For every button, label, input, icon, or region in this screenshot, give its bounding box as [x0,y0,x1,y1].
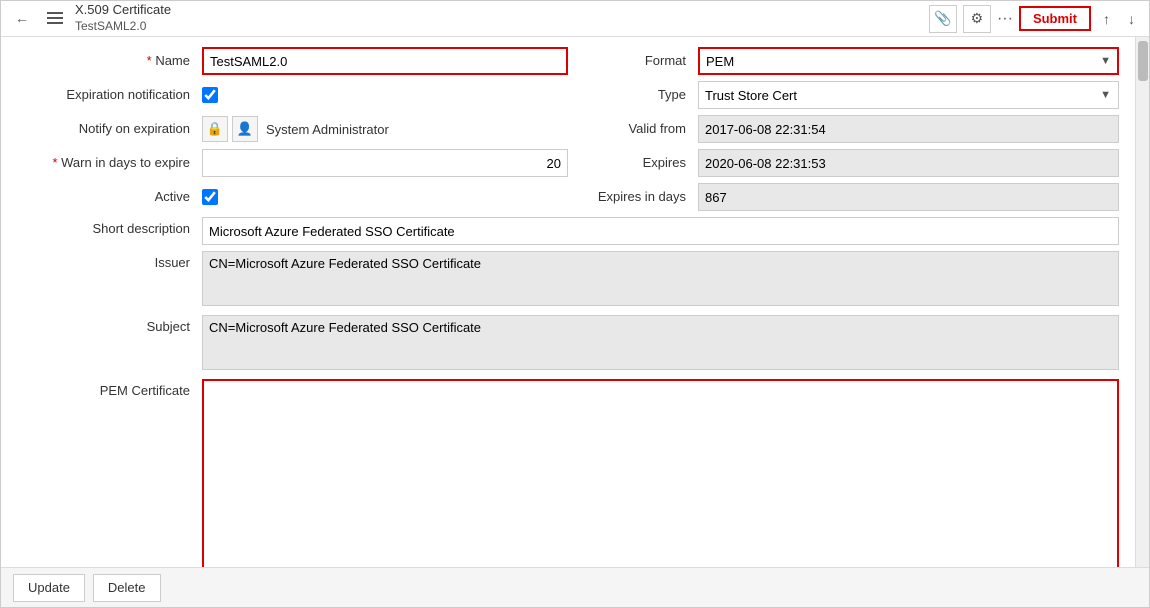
type-dropdown-wrap: Trust Store Cert CA Cert Client Cert ▼ [698,81,1119,109]
row-warn-expires: * Warn in days to expire Expires [17,149,1119,177]
expiration-checkbox-wrap [202,81,218,109]
delete-button[interactable]: Delete [93,574,161,602]
type-label: Type [568,81,698,109]
row-subject: Subject CN=Microsoft Azure Federated SSO… [17,315,1119,373]
col-active: Active [17,183,568,211]
footer: Update Delete [1,567,1149,607]
notify-person-button[interactable]: 👤 [232,116,258,142]
warn-days-input[interactable] [202,149,568,177]
name-input[interactable] [202,47,568,75]
down-button[interactable]: ↓ [1122,7,1141,31]
expires-in-days-wrap [698,183,1119,211]
warn-label: * Warn in days to expire [17,149,202,177]
update-button[interactable]: Update [13,574,85,602]
pem-certificate-label: PEM Certificate [17,379,202,398]
hamburger-menu[interactable] [43,8,67,28]
col-format: Format PEM DER ▼ [568,47,1119,75]
col-expiration: Expiration notification [17,81,568,109]
expires-wrap [698,149,1119,177]
pem-certificate-wrap [202,379,1119,567]
row-short-description: Short description [17,217,1119,245]
body-area: * Name Format PEM DER ▼ [1,37,1149,567]
expires-label: Expires [568,149,698,177]
expires-in-days-label: Expires in days [568,183,698,211]
format-label: Format [568,47,698,75]
more-options-button[interactable]: ··· [997,10,1013,28]
subject-textarea: CN=Microsoft Azure Federated SSO Certifi… [202,315,1119,370]
row-expiration-type: Expiration notification Type Trust Store… [17,81,1119,109]
name-field-wrap [202,47,568,75]
valid-from-label: Valid from [568,115,698,143]
submit-button[interactable]: Submit [1019,6,1091,31]
row-notify-validfrom: Notify on expiration 🔒 👤 System Administ… [17,115,1119,143]
row-name-format: * Name Format PEM DER ▼ [17,47,1119,75]
type-select-wrap: Trust Store Cert CA Cert Client Cert ▼ [698,81,1119,109]
active-checkbox[interactable] [202,189,218,205]
col-type: Type Trust Store Cert CA Cert Client Cer… [568,81,1119,109]
header-left: ← X.509 Certificate TestSAML2.0 [9,2,171,34]
notify-label: Notify on expiration [17,115,202,143]
main-content: * Name Format PEM DER ▼ [1,37,1135,567]
expiration-label: Expiration notification [17,81,202,109]
notify-row: 🔒 👤 System Administrator [202,115,389,143]
header-title: X.509 Certificate TestSAML2.0 [75,2,171,34]
issuer-label: Issuer [17,251,202,270]
notify-lock-button[interactable]: 🔒 [202,116,228,142]
col-notify: Notify on expiration 🔒 👤 System Administ… [17,115,568,143]
subject-label: Subject [17,315,202,334]
back-button[interactable]: ← [9,6,35,30]
attachment-button[interactable]: 📎 [929,5,957,33]
name-label: * Name [17,47,202,75]
warn-days-wrap [202,149,568,177]
pem-certificate-textarea[interactable] [202,379,1119,567]
format-select[interactable]: PEM DER [698,47,1119,75]
header-right: 📎 ⚙ ··· Submit ↑ ↓ [929,5,1141,33]
short-description-label: Short description [17,217,202,236]
up-button[interactable]: ↑ [1097,7,1116,31]
issuer-textarea: CN=Microsoft Azure Federated SSO Certifi… [202,251,1119,306]
col-warn: * Warn in days to expire [17,149,568,177]
row-pem-certificate: PEM Certificate [17,379,1119,567]
col-name: * Name [17,47,568,75]
scrollbar[interactable] [1135,37,1149,567]
req-star: * [147,53,156,68]
type-select[interactable]: Trust Store Cert CA Cert Client Cert [698,81,1119,109]
active-checkbox-wrap [202,183,218,211]
issuer-wrap: CN=Microsoft Azure Federated SSO Certifi… [202,251,1119,309]
expires-in-days-input [698,183,1119,211]
scrollbar-thumb[interactable] [1138,41,1148,81]
title-main: X.509 Certificate [75,2,171,19]
format-dropdown-wrap: PEM DER ▼ [698,47,1119,75]
settings-button[interactable]: ⚙ [963,5,991,33]
short-description-input[interactable] [202,217,1119,245]
row-active-expiredays: Active Expires in days [17,183,1119,211]
header: ← X.509 Certificate TestSAML2.0 📎 ⚙ ··· … [1,1,1149,37]
subject-wrap: CN=Microsoft Azure Federated SSO Certifi… [202,315,1119,373]
col-expires: Expires [568,149,1119,177]
expires-input [698,149,1119,177]
col-valid-from: Valid from [568,115,1119,143]
format-select-wrap: PEM DER ▼ [698,47,1119,75]
expiration-checkbox[interactable] [202,87,218,103]
col-expires-in-days: Expires in days [568,183,1119,211]
title-sub: TestSAML2.0 [75,19,171,35]
valid-from-wrap [698,115,1119,143]
active-label: Active [17,183,202,211]
short-description-wrap [202,217,1119,245]
notify-text: System Administrator [266,122,389,137]
valid-from-input [698,115,1119,143]
row-issuer: Issuer CN=Microsoft Azure Federated SSO … [17,251,1119,309]
